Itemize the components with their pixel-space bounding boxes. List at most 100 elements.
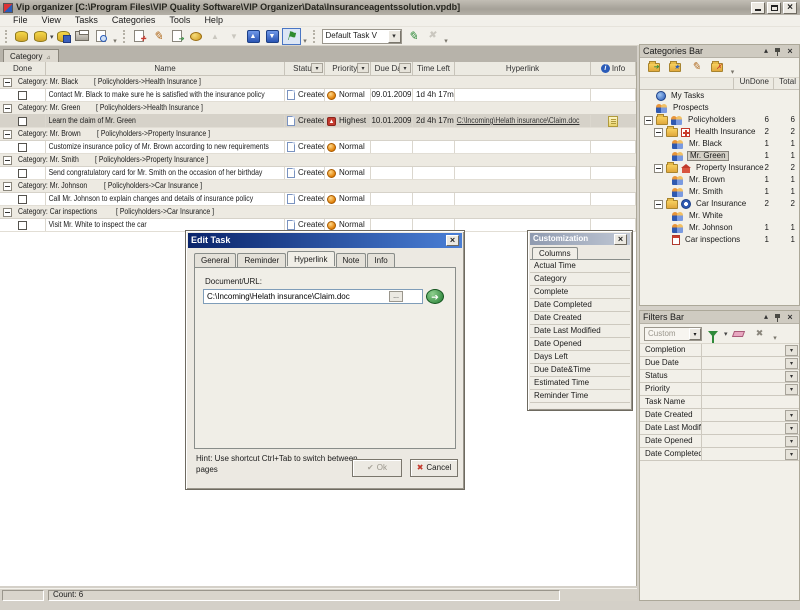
collapse-icon[interactable]	[654, 128, 663, 137]
column-header-due_date[interactable]: Due Date	[371, 62, 413, 75]
task-row[interactable]: Call Mr. Johnson to explain changes and …	[0, 193, 636, 206]
show-task-tree-button[interactable]	[282, 28, 301, 45]
collapse-icon[interactable]	[3, 104, 12, 113]
filter-value[interactable]	[702, 370, 785, 382]
filter-value[interactable]	[702, 357, 785, 369]
filter-value[interactable]	[702, 396, 799, 408]
collapse-icon[interactable]	[644, 116, 653, 125]
task-checkbox[interactable]	[18, 91, 27, 100]
column-header-priority[interactable]: Priority	[325, 62, 371, 75]
move-up-button[interactable]	[206, 28, 225, 45]
chevron-down-icon[interactable]	[689, 328, 701, 340]
column-list-item[interactable]: Days Left	[530, 351, 630, 364]
task-checkbox[interactable]	[18, 143, 27, 152]
collapse-icon[interactable]	[3, 156, 12, 165]
column-header-info[interactable]: Info	[591, 62, 636, 75]
column-list-item[interactable]: Date Opened	[530, 338, 630, 351]
collapse-panel-button[interactable]	[760, 312, 772, 323]
category-row[interactable]: Category: Mr. Brown[ Policyholders->Prop…	[0, 128, 636, 141]
filter-value[interactable]	[702, 448, 785, 460]
filter-value[interactable]	[702, 435, 785, 447]
toolbar-overflow-chevron[interactable]	[728, 59, 737, 76]
category-row[interactable]: Category: Car inspections[ Policyholders…	[0, 206, 636, 219]
delete-view-button[interactable]	[423, 28, 442, 45]
tree-item-mr-brown[interactable]: Mr. Brown11	[640, 174, 799, 186]
tree-item-my-tasks[interactable]: My Tasks	[640, 90, 799, 102]
filter-dropdown-button[interactable]	[785, 436, 798, 447]
task-row[interactable]: Customize insurance policy of Mr. Brown …	[0, 141, 636, 154]
filter-dropdown-button[interactable]	[785, 371, 798, 382]
tree-item-mr-white[interactable]: Mr. White	[640, 210, 799, 222]
column-header-done[interactable]: Done	[0, 62, 46, 75]
column-header-time_left[interactable]: Time Left	[413, 62, 455, 75]
task-row[interactable]: Learn the claim of Mr. GreenCreatedHighe…	[0, 115, 636, 128]
edit-category-button[interactable]	[686, 60, 706, 76]
apply-filter-button[interactable]	[703, 326, 723, 342]
tree-item-property-insurance[interactable]: Property Insurance22	[640, 162, 799, 174]
toolbar-overflow-chevron[interactable]	[442, 28, 451, 45]
column-filter-dropdown[interactable]	[311, 63, 323, 73]
browse-button[interactable]: ...	[389, 291, 403, 302]
collapse-icon[interactable]	[654, 200, 663, 209]
undone-column-header[interactable]: UnDone	[733, 78, 773, 89]
column-list-item[interactable]: Complete	[530, 286, 630, 299]
collapse-icon[interactable]	[3, 78, 12, 87]
collapse-icon[interactable]	[654, 164, 663, 173]
close-dialog-button[interactable]	[614, 234, 627, 245]
filter-dropdown-button[interactable]	[785, 410, 798, 421]
menu-item-tasks[interactable]: Tasks	[68, 15, 105, 26]
pin-panel-button[interactable]	[772, 312, 784, 323]
print-button[interactable]	[73, 28, 92, 45]
restore-button[interactable]	[767, 2, 781, 14]
print-preview-button[interactable]	[92, 28, 111, 45]
cancel-button[interactable]: Cancel	[410, 459, 458, 477]
menu-item-help[interactable]: Help	[197, 15, 230, 26]
filter-value[interactable]	[702, 383, 785, 395]
tree-item-mr-green[interactable]: Mr. Green11	[640, 150, 799, 162]
task-checkbox[interactable]	[18, 117, 27, 126]
pin-panel-button[interactable]	[772, 46, 784, 57]
tab-info[interactable]: Info	[367, 253, 394, 268]
move-down-button[interactable]	[225, 28, 244, 45]
ok-button[interactable]: Ok	[352, 459, 402, 477]
tree-item-mr-black[interactable]: Mr. Black11	[640, 138, 799, 150]
menu-item-view[interactable]: View	[35, 15, 68, 26]
filter-value[interactable]	[702, 422, 785, 434]
filter-value[interactable]	[702, 409, 785, 421]
column-list-item[interactable]: Reminder Time	[530, 390, 630, 403]
filter-dropdown-button[interactable]	[785, 384, 798, 395]
total-column-header[interactable]: Total	[773, 78, 799, 89]
filter-value[interactable]	[702, 344, 785, 356]
filter-dropdown-button[interactable]	[785, 345, 798, 356]
toolbar-overflow-chevron[interactable]	[301, 28, 310, 45]
tree-item-health-insurance[interactable]: Health Insurance22	[640, 126, 799, 138]
column-list-item[interactable]: Date Completed	[530, 299, 630, 312]
close-panel-button[interactable]	[784, 46, 796, 57]
task-view-combo[interactable]: Default Task V	[322, 29, 402, 44]
delete-task-button[interactable]	[168, 28, 187, 45]
collapse-all-button[interactable]	[263, 28, 282, 45]
tree-item-mr-smith[interactable]: Mr. Smith11	[640, 186, 799, 198]
tree-item-mr-johnson[interactable]: Mr. Johnson11	[640, 222, 799, 234]
add-category-button[interactable]: ➜	[644, 60, 664, 76]
task-row[interactable]: Send congratulatory card for Mr. Smith o…	[0, 167, 636, 180]
hyperlink-text[interactable]: C:\Incoming\Helath insurance\Claim.doc	[455, 117, 579, 125]
close-button[interactable]	[783, 2, 797, 14]
category-row[interactable]: Category: Mr. Black[ Policyholders->Heal…	[0, 76, 636, 89]
column-list-item[interactable]: Actual Time	[530, 260, 630, 273]
column-filter-dropdown[interactable]	[357, 63, 369, 73]
collapse-icon[interactable]	[3, 182, 12, 191]
category-row[interactable]: Category: Mr. Johnson[ Policyholders->Ca…	[0, 180, 636, 193]
column-header-status[interactable]: Status	[285, 62, 325, 75]
edit-task-button[interactable]	[149, 28, 168, 45]
close-panel-button[interactable]	[784, 312, 796, 323]
edit-view-button[interactable]	[404, 28, 423, 45]
menu-item-file[interactable]: File	[6, 15, 35, 26]
filter-dropdown-button[interactable]	[785, 449, 798, 460]
tab-hyperlink[interactable]: Hyperlink	[287, 251, 334, 266]
expand-all-button[interactable]	[244, 28, 263, 45]
complete-task-button[interactable]	[187, 28, 206, 45]
task-checkbox[interactable]	[18, 221, 27, 230]
toolbar-overflow-chevron[interactable]	[111, 28, 120, 45]
minimize-button[interactable]	[751, 2, 765, 14]
